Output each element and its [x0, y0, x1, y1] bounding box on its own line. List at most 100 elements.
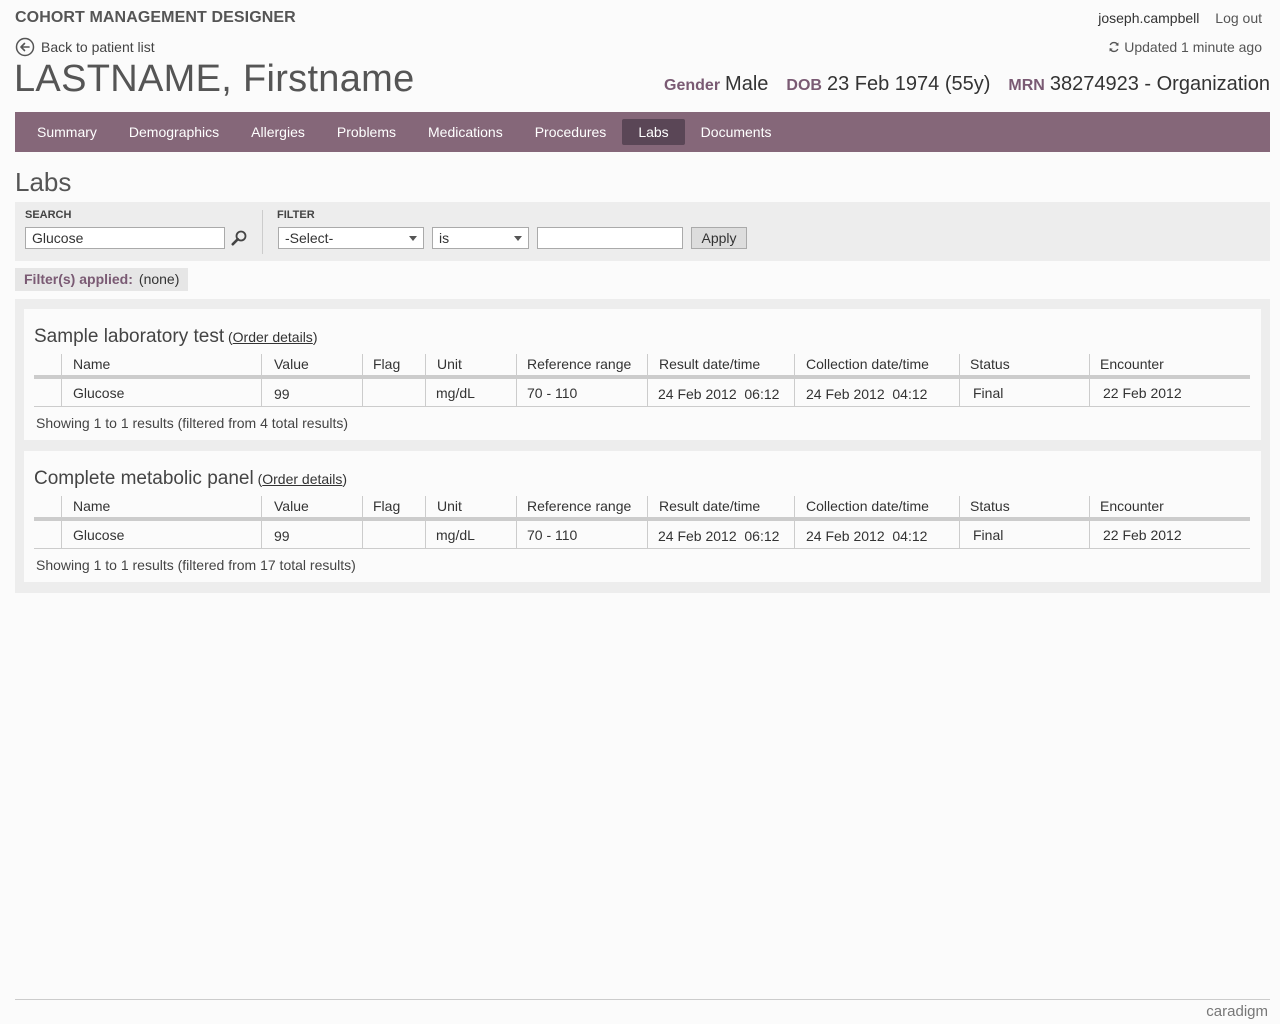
panel-title: Complete metabolic panel (Order details) — [34, 468, 348, 489]
column-header-flag[interactable]: Flag — [373, 356, 400, 372]
user-area: joseph.campbell Log out — [1098, 10, 1262, 26]
tab-labs[interactable]: Labs — [622, 119, 685, 145]
column-separator — [647, 354, 648, 406]
dob-value: 23 Feb 1974 (55y) — [826, 73, 991, 95]
column-separator — [261, 496, 262, 548]
column-header-flag[interactable]: Flag — [373, 498, 400, 514]
filter-operator-value: is — [439, 230, 450, 246]
lab-panel: Sample laboratory test (Order details) N… — [24, 309, 1261, 440]
cell-status: Final — [973, 385, 1004, 401]
column-header-unit[interactable]: Unit — [437, 356, 462, 372]
search-label: SEARCH — [25, 209, 72, 221]
column-separator — [959, 354, 960, 406]
gender-value: Male — [725, 73, 769, 95]
cell-unit: mg/dL — [436, 385, 475, 401]
gender-label: Gender — [664, 77, 721, 94]
cell-unit: mg/dL — [436, 527, 475, 543]
column-separator — [1089, 496, 1090, 548]
cell-result-datetime: 24 Feb 2012 06:12 — [658, 386, 780, 402]
back-to-patient-list-link[interactable]: Back to patient list — [15, 37, 155, 57]
filter-operator-select[interactable]: is — [432, 227, 529, 249]
cell-reference-range: 70 - 110 — [527, 527, 578, 543]
search-filter-divider — [262, 210, 263, 254]
back-link-label: Back to patient list — [41, 39, 155, 55]
header-rule — [34, 517, 1250, 521]
column-header-result-datetime[interactable]: Result date/time — [659, 498, 760, 514]
column-header-encounter[interactable]: Encounter — [1100, 356, 1164, 372]
dob-label: DOB — [786, 77, 822, 94]
filters-applied-label: Filter(s) applied: — [24, 271, 133, 287]
filter-value-input[interactable] — [537, 227, 683, 249]
column-header-name[interactable]: Name — [73, 356, 110, 372]
results-container: Sample laboratory test (Order details) N… — [15, 299, 1270, 593]
patient-name: LASTNAME, Firstname — [14, 58, 415, 100]
refresh-icon[interactable] — [1108, 41, 1120, 53]
back-arrow-icon — [15, 37, 35, 57]
panel-title: Sample laboratory test (Order details) — [34, 326, 318, 347]
column-separator — [61, 496, 62, 548]
search-icon[interactable] — [231, 230, 247, 246]
filter-label: FILTER — [277, 209, 315, 221]
cell-name: Glucose — [73, 527, 125, 543]
username[interactable]: joseph.campbell — [1098, 10, 1199, 26]
row-rule — [34, 406, 1250, 407]
panel-title-text: Sample laboratory test — [34, 326, 225, 347]
filter-field-value: -Select- — [285, 230, 334, 246]
column-separator — [516, 496, 517, 548]
tab-summary[interactable]: Summary — [21, 119, 113, 145]
search-input[interactable] — [25, 227, 225, 249]
order-details-link[interactable]: Order details — [262, 471, 342, 487]
tab-medications[interactable]: Medications — [412, 119, 519, 145]
filter-field-select[interactable]: -Select- — [278, 227, 424, 249]
patient-demographics: Gender Male DOB 23 Feb 1974 (55y) MRN 38… — [664, 73, 1270, 96]
column-header-collection-datetime[interactable]: Collection date/time — [806, 498, 929, 514]
column-separator — [959, 496, 960, 548]
column-header-reference-range[interactable]: Reference range — [527, 356, 631, 372]
tab-allergies[interactable]: Allergies — [235, 119, 321, 145]
column-separator — [1089, 354, 1090, 406]
column-separator — [794, 354, 795, 406]
column-header-status[interactable]: Status — [970, 498, 1010, 514]
column-separator — [794, 496, 795, 548]
column-separator — [261, 354, 262, 406]
lab-panel: Complete metabolic panel (Order details)… — [24, 451, 1261, 582]
cell-collection-datetime: 24 Feb 2012 04:12 — [806, 386, 928, 402]
updated-label: Updated 1 minute ago — [1124, 39, 1262, 55]
apply-button[interactable]: Apply — [691, 227, 747, 249]
panel-title-text: Complete metabolic panel — [34, 468, 254, 489]
column-header-collection-datetime[interactable]: Collection date/time — [806, 356, 929, 372]
column-header-unit[interactable]: Unit — [437, 498, 462, 514]
order-details-link[interactable]: Order details — [233, 329, 313, 345]
column-header-status[interactable]: Status — [970, 356, 1010, 372]
column-header-value[interactable]: Value — [274, 356, 309, 372]
cell-name: Glucose — [73, 385, 125, 401]
footer-divider — [15, 999, 1270, 1000]
tab-problems[interactable]: Problems — [321, 119, 412, 145]
chevron-down-icon — [409, 236, 417, 241]
results-count: Showing 1 to 1 results (filtered from 4 … — [36, 415, 349, 431]
cell-encounter: 22 Feb 2012 — [1103, 527, 1182, 543]
column-separator — [516, 354, 517, 406]
column-separator — [647, 496, 648, 548]
filters-applied-value: (none) — [138, 271, 180, 287]
cell-value: 99 — [274, 386, 290, 402]
app-title: COHORT MANAGEMENT DESIGNER — [15, 9, 296, 26]
column-header-name[interactable]: Name — [73, 498, 110, 514]
results-count: Showing 1 to 1 results (filtered from 17… — [36, 557, 356, 573]
tab-demographics[interactable]: Demographics — [113, 119, 235, 145]
column-separator — [362, 496, 363, 548]
mrn-label: MRN — [1008, 77, 1045, 94]
tab-procedures[interactable]: Procedures — [519, 119, 623, 145]
logout-link[interactable]: Log out — [1215, 10, 1262, 26]
search-filter-bar: SEARCH FILTER -Select- is Apply — [15, 202, 1270, 261]
column-header-value[interactable]: Value — [274, 498, 309, 514]
tab-documents[interactable]: Documents — [685, 119, 788, 145]
filters-applied: Filter(s) applied: (none) — [15, 268, 189, 291]
column-header-result-datetime[interactable]: Result date/time — [659, 356, 760, 372]
last-updated: Updated 1 minute ago — [1108, 39, 1262, 55]
chevron-down-icon — [514, 236, 522, 241]
cell-encounter: 22 Feb 2012 — [1103, 385, 1182, 401]
column-header-encounter[interactable]: Encounter — [1100, 498, 1164, 514]
column-header-reference-range[interactable]: Reference range — [527, 498, 631, 514]
cell-value: 99 — [274, 528, 290, 544]
